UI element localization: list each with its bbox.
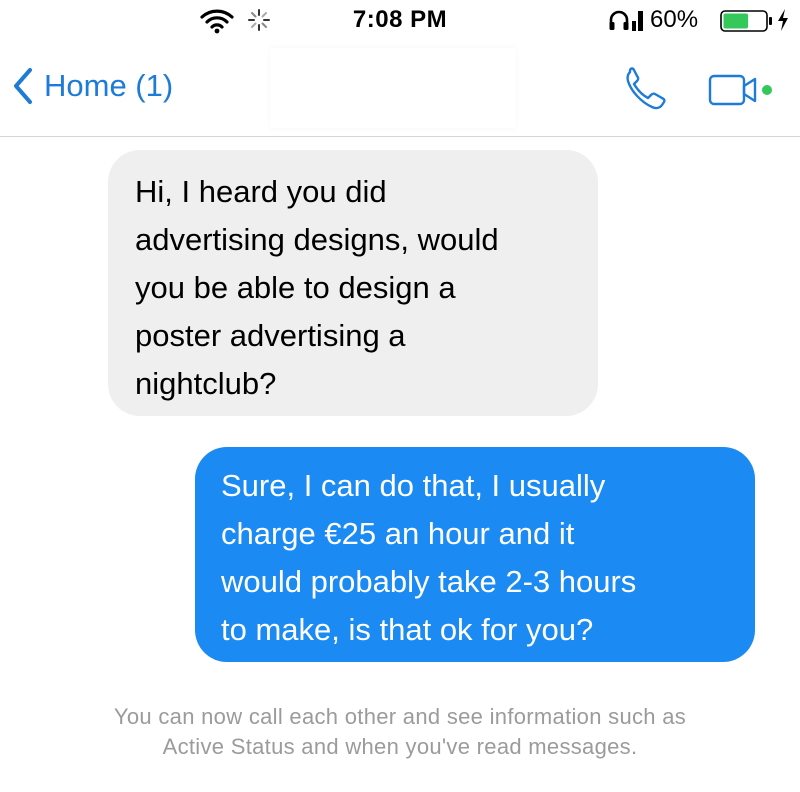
navigation-bar: Home (1) — [0, 40, 800, 137]
message-line: to make, is that ok for you? — [221, 612, 594, 647]
message-line: poster advertising a — [135, 318, 406, 353]
battery-percent: 60% — [650, 6, 699, 33]
message-line: advertising designs, would — [135, 222, 499, 257]
signal-icon — [632, 11, 643, 31]
back-button[interactable]: Home (1) — [12, 58, 173, 114]
headphones-icon — [609, 10, 629, 30]
video-call-button[interactable] — [706, 70, 778, 110]
outgoing-message-bubble[interactable]: Sure, I can do that, I usually charge €2… — [195, 447, 755, 662]
back-label: Home (1) — [44, 68, 174, 103]
system-notice: You can now call each other and see info… — [0, 702, 800, 762]
message-line: charge €25 an hour and it — [221, 516, 575, 551]
online-dot-icon — [762, 85, 772, 95]
message-line: would probably take 2-3 hours — [221, 564, 637, 599]
battery-icon — [720, 10, 772, 32]
video-camera-icon — [708, 74, 757, 106]
system-notice-line: Active Status and when you've read messa… — [162, 734, 638, 759]
back-chevron-icon — [14, 68, 32, 104]
contact-name[interactable] — [270, 48, 516, 128]
incoming-message-bubble[interactable]: Hi, I heard you did advertising designs,… — [108, 150, 598, 416]
system-notice-line: You can now call each other and see info… — [113, 704, 687, 729]
message-line: nightclub? — [135, 366, 277, 401]
charging-icon — [778, 9, 788, 31]
message-line: Sure, I can do that, I usually — [221, 468, 606, 503]
message-line: you be able to design a — [135, 270, 456, 305]
call-button[interactable] — [620, 64, 676, 114]
status-bar: 7:08 PM 60% — [0, 0, 800, 40]
message-line: Hi, I heard you did — [135, 174, 387, 209]
phone-icon — [626, 67, 666, 110]
